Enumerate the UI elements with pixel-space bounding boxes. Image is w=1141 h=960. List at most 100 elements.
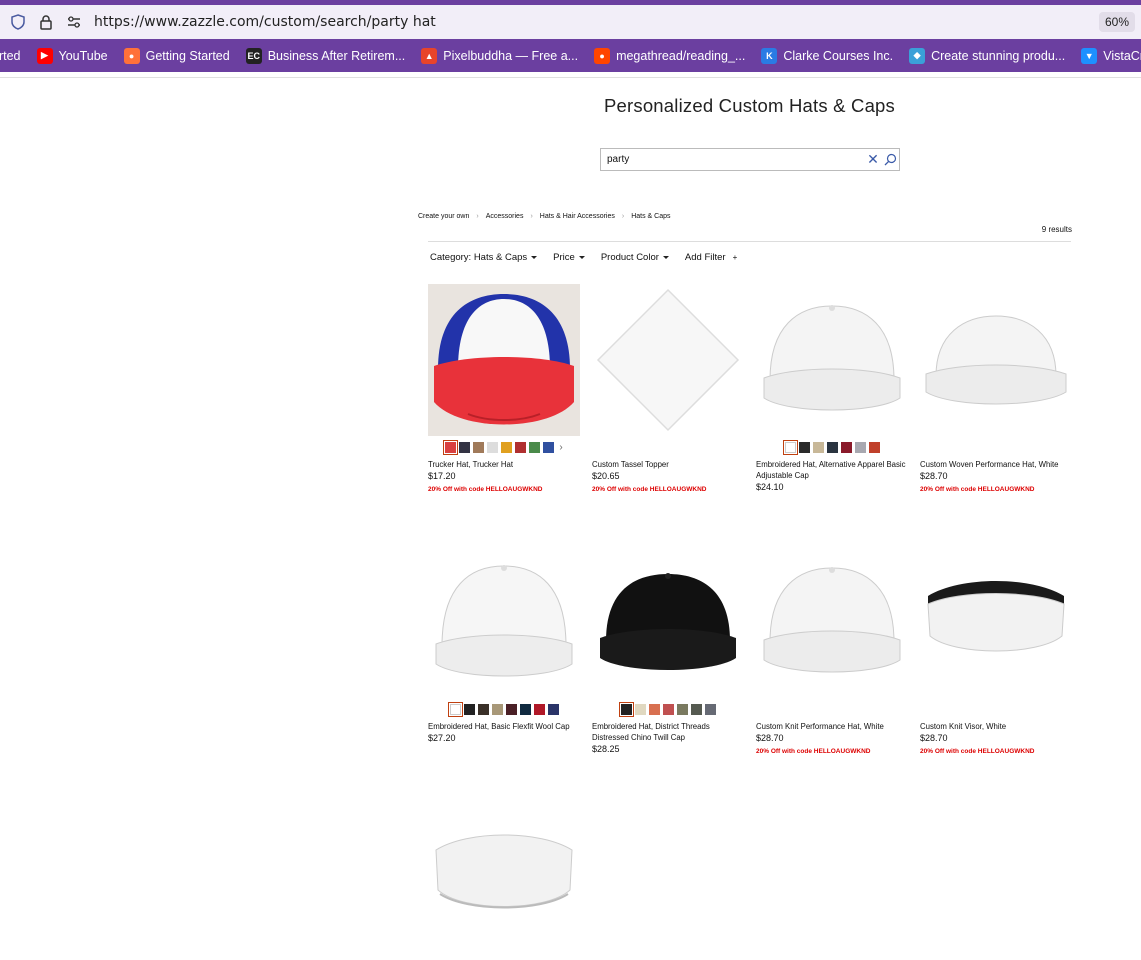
product-name[interactable]: Embroidered Hat, Alternative Apparel Bas… bbox=[756, 459, 908, 481]
site-permissions-icon[interactable] bbox=[64, 12, 84, 32]
product-name[interactable]: Custom Tassel Topper bbox=[592, 459, 744, 470]
bookmark-item[interactable]: ▼ VistaCreate – Free Gra... bbox=[1081, 47, 1141, 64]
color-swatch[interactable] bbox=[477, 703, 489, 715]
product-card[interactable]: Custom Knit Performance Hat, White $28.70… bbox=[756, 546, 908, 755]
color-swatch[interactable] bbox=[690, 703, 702, 715]
color-swatch[interactable] bbox=[868, 441, 880, 453]
bookmark-label: Business After Retirem... bbox=[267, 48, 406, 63]
bookmark-item[interactable]: arted bbox=[0, 49, 21, 63]
bookmark-item[interactable]: ▶ YouTube bbox=[36, 47, 108, 64]
color-swatch[interactable] bbox=[505, 703, 517, 715]
address-bar: https://www.zazzle.com/custom/search/par… bbox=[0, 5, 1141, 39]
clear-icon[interactable]: ✕ bbox=[865, 151, 881, 168]
color-swatch[interactable] bbox=[473, 441, 485, 453]
filter-price[interactable]: Price bbox=[553, 252, 585, 263]
product-name[interactable]: Custom Knit Performance Hat, White bbox=[756, 721, 908, 732]
product-image[interactable] bbox=[756, 546, 908, 698]
breadcrumb-item[interactable]: Create your own bbox=[418, 213, 469, 220]
product-name[interactable]: Embroidered Hat, District Threads Distre… bbox=[592, 721, 744, 743]
color-swatch[interactable] bbox=[840, 441, 852, 453]
product-card[interactable]: Embroidered Hat, Alternative Apparel Bas… bbox=[756, 284, 908, 492]
color-swatch[interactable] bbox=[812, 441, 824, 453]
bookmark-item[interactable]: ▲ Pixelbuddha — Free a... bbox=[421, 47, 578, 64]
color-swatch[interactable] bbox=[447, 701, 463, 717]
color-swatch[interactable] bbox=[547, 703, 559, 715]
shield-icon[interactable] bbox=[8, 12, 28, 32]
promo-text: 20% Off with code HELLOAUGWKND bbox=[592, 486, 707, 493]
product-image[interactable] bbox=[920, 546, 1072, 698]
bookmark-favicon-icon: ▶ bbox=[36, 47, 53, 64]
product-image[interactable] bbox=[756, 284, 908, 436]
breadcrumb-item[interactable]: Hats & Hair Accessories bbox=[540, 213, 615, 220]
color-swatch[interactable] bbox=[782, 439, 798, 455]
filter-color[interactable]: Product Color bbox=[601, 252, 669, 263]
bookmark-item[interactable]: K Clarke Courses Inc. bbox=[761, 47, 893, 64]
color-swatch[interactable] bbox=[543, 441, 555, 453]
bookmark-item[interactable]: ● Getting Started bbox=[123, 47, 230, 64]
color-swatch[interactable] bbox=[515, 441, 527, 453]
product-price: $28.70 bbox=[920, 471, 948, 481]
product-image[interactable] bbox=[920, 284, 1072, 436]
breadcrumb-item[interactable]: Accessories bbox=[486, 213, 524, 220]
color-swatch[interactable] bbox=[662, 703, 674, 715]
product-image[interactable] bbox=[428, 790, 580, 942]
bookmark-item[interactable]: EC Business After Retirem... bbox=[245, 47, 406, 64]
product-card[interactable]: Custom Woven Performance Hat, White $28.7… bbox=[920, 284, 1072, 493]
color-swatch[interactable] bbox=[618, 701, 634, 717]
product-card[interactable]: Custom Knit Visor, White $28.70 20% Off wi… bbox=[920, 546, 1072, 755]
color-swatch[interactable] bbox=[443, 439, 459, 455]
product-card[interactable]: Embroidered Hat, Basic Flexfit Wool Cap $… bbox=[428, 546, 580, 743]
search-icon[interactable] bbox=[881, 153, 899, 166]
caret-down-icon bbox=[531, 256, 538, 259]
color-swatch[interactable] bbox=[704, 703, 716, 715]
lock-icon[interactable] bbox=[36, 12, 56, 32]
product-name[interactable]: Custom Knit Visor, White bbox=[920, 721, 1072, 732]
product-image[interactable] bbox=[592, 284, 744, 436]
url-text[interactable]: https://www.zazzle.com/custom/search/par… bbox=[94, 14, 436, 30]
zoom-level[interactable]: 60% bbox=[1098, 12, 1135, 32]
product-card[interactable] bbox=[428, 790, 580, 960]
color-swatch[interactable] bbox=[533, 703, 545, 715]
product-name[interactable]: Custom Woven Performance Hat, White bbox=[920, 459, 1072, 470]
color-swatch[interactable] bbox=[519, 703, 531, 715]
filter-divider bbox=[428, 241, 1071, 242]
color-swatch[interactable] bbox=[501, 441, 513, 453]
color-swatch[interactable] bbox=[491, 703, 503, 715]
color-swatch[interactable] bbox=[676, 703, 688, 715]
color-swatch[interactable] bbox=[529, 441, 541, 453]
chevron-right-icon[interactable]: › bbox=[559, 442, 562, 453]
product-price: $20.65 bbox=[592, 471, 620, 481]
color-swatches: › bbox=[428, 439, 580, 455]
bookmark-favicon-icon: ◆ bbox=[909, 47, 926, 64]
product-card[interactable]: Custom Tassel Topper $20.65 20% Off with c… bbox=[592, 284, 744, 493]
color-swatch[interactable] bbox=[463, 703, 475, 715]
bookmark-item[interactable]: ◆ Create stunning produ... bbox=[909, 47, 1065, 64]
search-input[interactable]: party bbox=[601, 154, 865, 165]
filter-category[interactable]: Category: Hats & Caps bbox=[430, 252, 538, 263]
promo-text: 20% Off with code HELLOAUGWKND bbox=[920, 748, 1035, 755]
product-image[interactable] bbox=[592, 546, 744, 698]
color-swatch[interactable] bbox=[648, 703, 660, 715]
product-price: $24.10 bbox=[756, 482, 784, 492]
swatch-spacer bbox=[592, 436, 744, 454]
add-filter-button[interactable]: Add Filter + bbox=[685, 252, 737, 263]
product-name[interactable]: Trucker Hat, Trucker Hat bbox=[428, 459, 580, 470]
color-swatch[interactable] bbox=[487, 441, 499, 453]
search-box[interactable]: party ✕ bbox=[600, 148, 900, 171]
breadcrumb-item[interactable]: Hats & Caps bbox=[631, 213, 670, 220]
bookmark-label: YouTube bbox=[58, 48, 108, 63]
promo-text: 20% Off with code HELLOAUGWKND bbox=[428, 486, 543, 493]
bookmark-favicon-icon: ● bbox=[123, 47, 140, 64]
product-image[interactable] bbox=[428, 546, 580, 698]
color-swatch[interactable] bbox=[459, 441, 471, 453]
color-swatch[interactable] bbox=[798, 441, 810, 453]
product-card[interactable]: › Trucker Hat, Trucker Hat $17.20 20% Off w… bbox=[428, 284, 580, 493]
bookmark-favicon-icon: ▲ bbox=[421, 47, 438, 64]
color-swatch[interactable] bbox=[854, 441, 866, 453]
bookmark-item[interactable]: ● megathread/reading_... bbox=[594, 47, 745, 64]
product-image[interactable] bbox=[428, 284, 580, 436]
product-card[interactable]: Embroidered Hat, District Threads Distre… bbox=[592, 546, 744, 754]
color-swatch[interactable] bbox=[826, 441, 838, 453]
product-name[interactable]: Embroidered Hat, Basic Flexfit Wool Cap bbox=[428, 721, 580, 732]
color-swatch[interactable] bbox=[634, 703, 646, 715]
